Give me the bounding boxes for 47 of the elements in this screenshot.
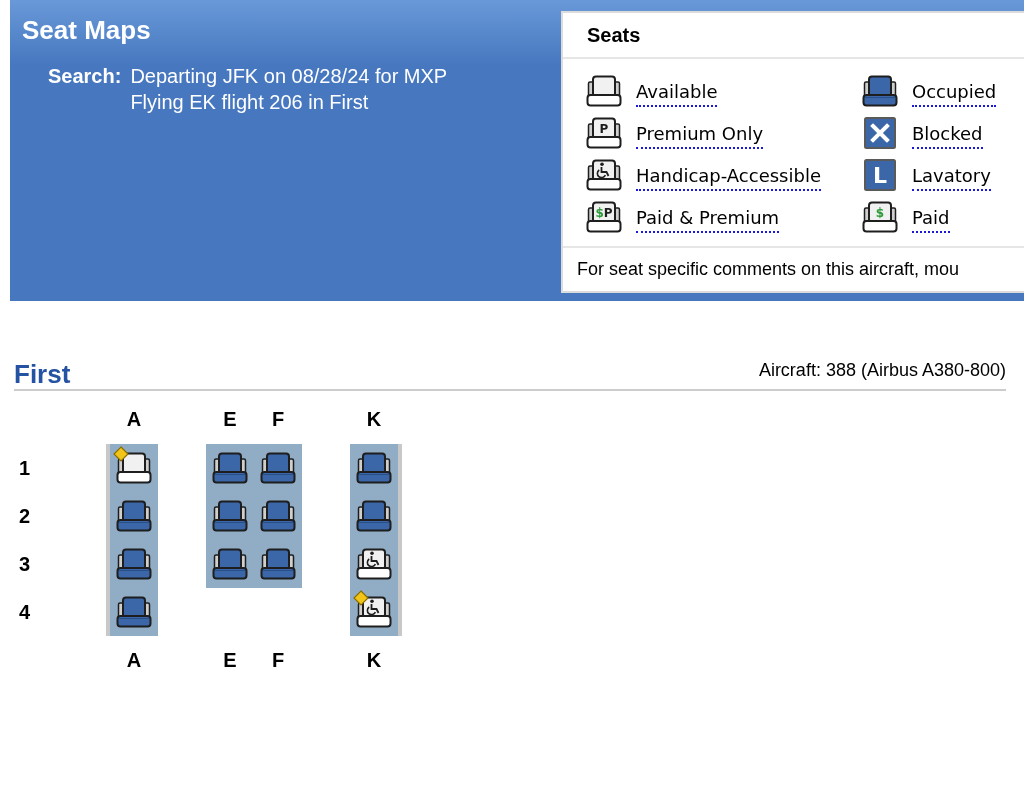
wheelchair-seat-icon[interactable] [356,596,392,628]
seat-icon[interactable] [116,596,152,628]
seat-icon [586,75,622,107]
legend-label[interactable]: Handicap-Accessible [636,165,821,191]
seat-icon[interactable] [356,452,392,484]
seat-icon[interactable] [212,452,248,484]
legend-label[interactable]: Paid & Premium [636,207,780,233]
seat-icon[interactable] [212,500,248,532]
row-number: 3 [19,552,31,577]
seat-icon[interactable] [116,548,152,580]
legend-label[interactable]: Available [636,81,718,107]
row-number: 2 [19,504,31,529]
legend-note: For seat specific comments on this aircraft, mou [577,257,960,281]
seat-icon[interactable] [212,548,248,580]
column-letter: F [271,648,285,673]
letter-square-icon: L [864,159,896,191]
seat-icon[interactable] [260,500,296,532]
legend-title: Seats [587,23,641,48]
legend-label[interactable]: Lavatory [912,165,991,191]
column-letter: A [126,648,142,673]
aircraft-info: Aircraft: 388 (Airbus A380-800) [758,360,1006,382]
row-number: 4 [19,600,31,625]
seat-icon[interactable] [260,548,296,580]
column-letter: F [271,407,285,432]
wheelchair-seat-icon[interactable] [356,548,392,580]
seat-icon[interactable] [116,452,152,484]
x-square-icon [864,117,896,149]
seat-icon[interactable] [356,500,392,532]
row-number: 1 [19,456,31,481]
page-title: Seat Maps [22,15,152,45]
wheelchair-seat-icon [586,159,622,191]
cabin-title: First [14,359,71,389]
legend-label[interactable]: Occupied [912,81,997,107]
legend-label[interactable]: Paid [912,207,950,233]
column-letter: K [366,407,382,432]
legend-label[interactable]: Blocked [912,123,983,149]
search-label: Search: [48,64,122,89]
legend-label[interactable]: Premium Only [636,123,764,149]
seat-icon[interactable] [260,452,296,484]
column-letter: E [223,648,237,673]
seat-icon [862,75,898,107]
search-summary-line: Flying EK flight 206 in First [130,90,370,115]
column-letter: A [126,407,142,432]
column-letter: K [366,648,382,673]
seat-icon[interactable] [116,500,152,532]
column-letter: E [223,407,237,432]
search-summary-line: Departing JFK on 08/28/24 for MXP [130,64,448,89]
